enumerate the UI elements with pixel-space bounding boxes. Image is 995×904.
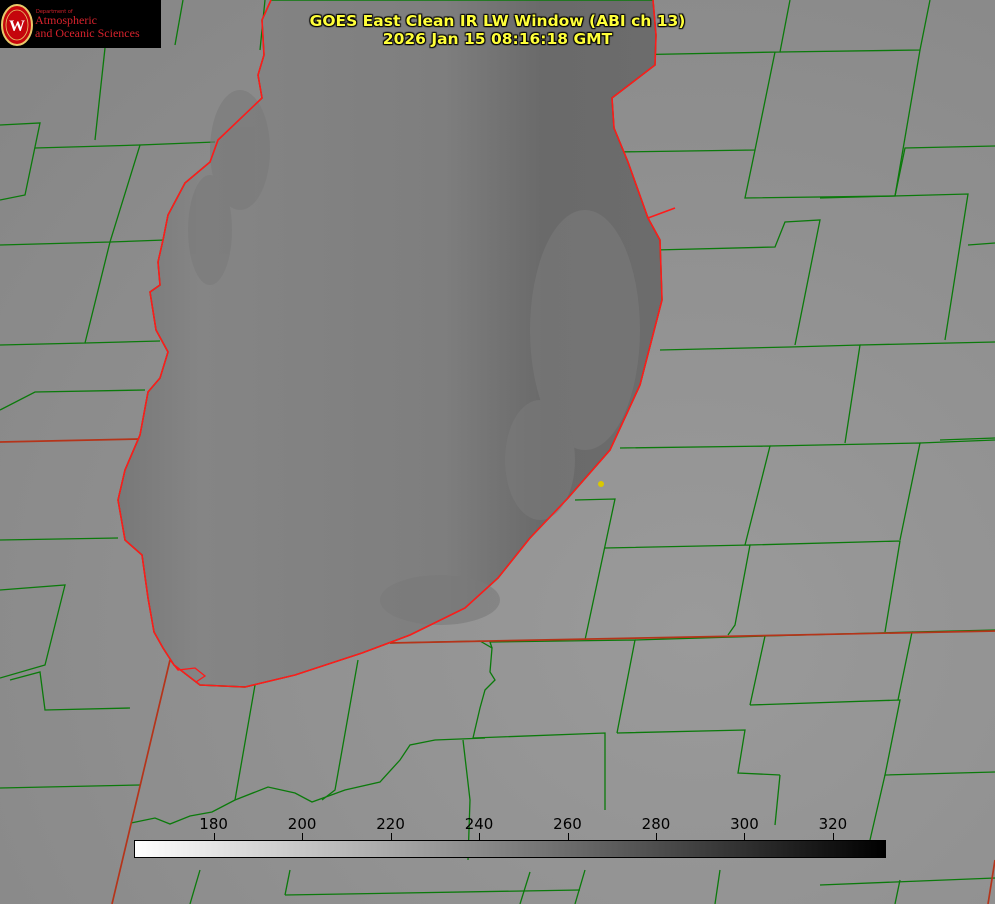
colorbar-tick-mark — [302, 833, 304, 840]
colorbar-tick-mark — [479, 833, 481, 840]
colorbar-tick-label: 240 — [464, 815, 494, 833]
satellite-map — [0, 0, 995, 904]
colorbar-tick-mark — [832, 833, 834, 840]
satellite-image: W Department of Atmospheric and Oceanic … — [0, 0, 995, 904]
colorbar-tick-label: 220 — [376, 815, 405, 833]
colorbar-tick-label: 320 — [818, 815, 848, 833]
station-marker — [598, 481, 604, 487]
colorbar-tick-mark — [390, 833, 392, 840]
colorbar-tick-label: 300 — [730, 815, 759, 833]
image-title: GOES East Clean IR LW Window (ABI ch 13) — [309, 12, 686, 30]
colorbar-tick-label: 260 — [553, 815, 582, 833]
colorbar-tick-label: 280 — [641, 815, 671, 833]
colorbar-tick-label: 180 — [199, 815, 228, 833]
image-timestamp: 2026 Jan 15 08:16:18 GMT — [382, 30, 613, 48]
colorbar-tick-mark — [744, 833, 746, 840]
colorbar-tick-label: 200 — [287, 815, 317, 833]
colorbar-tick-mark — [567, 833, 569, 840]
colorbar — [134, 840, 886, 858]
colorbar-tick-mark — [655, 833, 657, 840]
colorbar-tick-mark — [213, 833, 215, 840]
